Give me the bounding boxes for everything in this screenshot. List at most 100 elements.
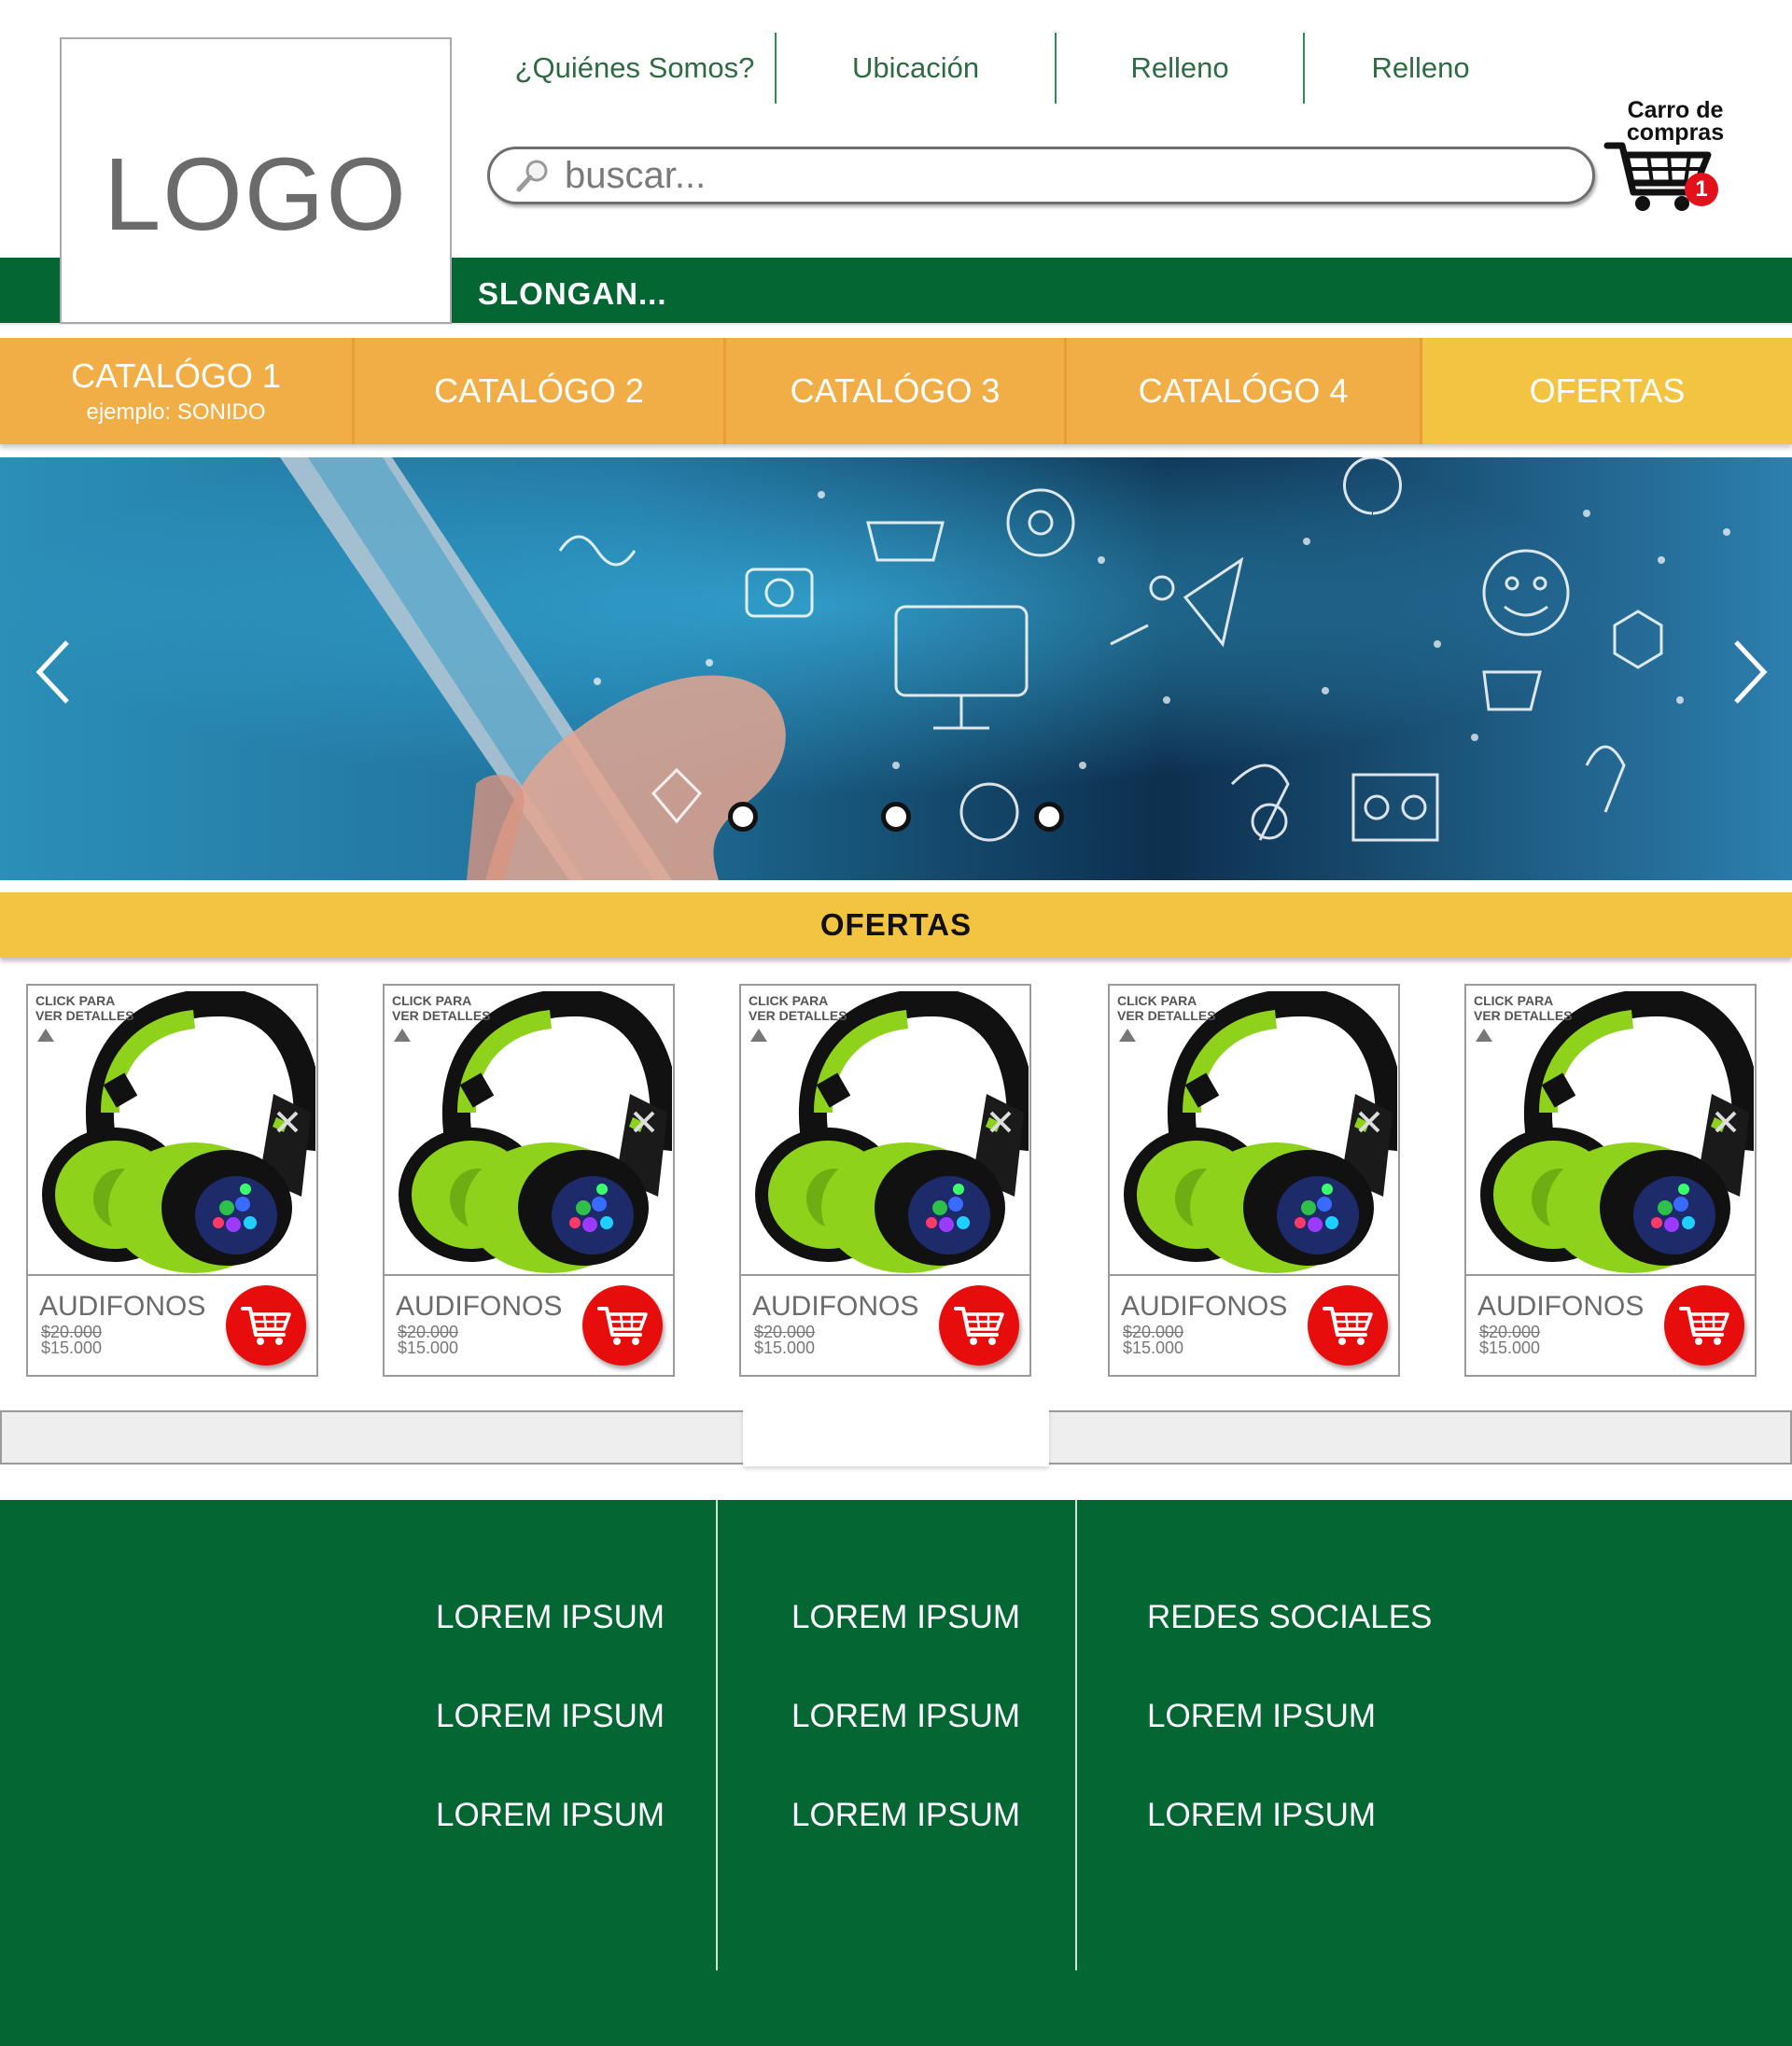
footer-link[interactable]: LOREM IPSUM bbox=[791, 1797, 1020, 1834]
details-hint: CLICK PARA VER DETALLES bbox=[1117, 993, 1216, 1023]
carousel-dot[interactable] bbox=[728, 802, 758, 832]
add-to-cart-button[interactable] bbox=[226, 1285, 306, 1366]
category-label: CATALÓGO 3 bbox=[790, 371, 1001, 410]
category-sublabel: ejemplo: SONIDO bbox=[86, 399, 266, 425]
product-name: AUDIFONOS bbox=[396, 1291, 563, 1322]
footer bbox=[0, 1500, 1792, 2046]
details-hint-line2: VER DETALLES bbox=[35, 1008, 134, 1023]
product-name: AUDIFONOS bbox=[1121, 1291, 1288, 1322]
footer-link[interactable]: LOREM IPSUM bbox=[791, 1599, 1020, 1636]
details-hint: CLICK PARA VER DETALLES bbox=[749, 993, 847, 1023]
add-to-cart-button[interactable] bbox=[582, 1285, 663, 1366]
product-image-area[interactable]: CLICK PARA VER DETALLES bbox=[1466, 986, 1755, 1276]
details-hint: CLICK PARA VER DETALLES bbox=[1474, 993, 1573, 1023]
nav-link-ubicacion[interactable]: Ubicación bbox=[777, 33, 1055, 104]
cart-icon bbox=[1679, 1307, 1729, 1345]
footer-divider bbox=[716, 1500, 718, 1970]
cart-icon bbox=[241, 1307, 291, 1345]
cart-count-badge: 1 bbox=[1685, 173, 1718, 206]
footer-link[interactable]: LOREM IPSUM bbox=[791, 1698, 1020, 1735]
product-price: $15.000 bbox=[398, 1338, 459, 1357]
product-card[interactable]: CLICK PARA VER DETALLES AUDIFONOS $20.00… bbox=[1464, 984, 1757, 1377]
triangle-icon bbox=[1119, 1029, 1136, 1042]
footer-link[interactable]: LOREM IPSUM bbox=[436, 1599, 665, 1636]
details-hint-line1: CLICK PARA bbox=[1474, 993, 1554, 1008]
add-to-cart-button[interactable] bbox=[1308, 1285, 1388, 1366]
footer-link[interactable]: LOREM IPSUM bbox=[1147, 1698, 1376, 1735]
category-tab-1[interactable]: CATALÓGO 1 ejemplo: SONIDO bbox=[0, 338, 355, 444]
product-card[interactable]: CLICK PARA VER DETALLES AUDIFONOS $20.00… bbox=[26, 984, 318, 1377]
category-tab-ofertas[interactable]: OFERTAS bbox=[1422, 338, 1792, 444]
chevron-right-icon[interactable] bbox=[1725, 635, 1771, 709]
cart-label-line1: Carro de bbox=[1627, 97, 1724, 123]
details-hint: CLICK PARA VER DETALLES bbox=[35, 993, 134, 1023]
details-hint-line2: VER DETALLES bbox=[392, 1008, 491, 1023]
search-bar[interactable]: buscar... bbox=[487, 147, 1595, 204]
product-card[interactable]: CLICK PARA VER DETALLES AUDIFONOS $20.00… bbox=[739, 984, 1031, 1377]
top-nav: ¿Quiénes Somos? Ubicación Relleno Rellen… bbox=[495, 33, 1536, 104]
triangle-icon bbox=[1476, 1029, 1492, 1042]
search-input[interactable]: buscar... bbox=[565, 155, 706, 197]
cart-label[interactable]: Carro de compras bbox=[1624, 97, 1727, 145]
headphones-image bbox=[42, 991, 315, 1273]
category-tab-3[interactable]: CATALÓGO 3 bbox=[726, 338, 1067, 444]
details-hint: CLICK PARA VER DETALLES bbox=[392, 993, 491, 1023]
cart-icon bbox=[954, 1307, 1004, 1345]
details-hint-line1: CLICK PARA bbox=[749, 993, 829, 1008]
category-label: CATALÓGO 4 bbox=[1138, 371, 1349, 410]
headphones-image bbox=[1480, 991, 1754, 1273]
add-to-cart-button[interactable] bbox=[939, 1285, 1019, 1366]
triangle-icon bbox=[750, 1029, 767, 1042]
footer-social-heading[interactable]: REDES SOCIALES bbox=[1147, 1599, 1432, 1636]
footer-link[interactable]: LOREM IPSUM bbox=[436, 1698, 665, 1735]
headphones-image bbox=[399, 991, 672, 1273]
product-image-area[interactable]: CLICK PARA VER DETALLES bbox=[385, 986, 673, 1276]
product-name: AUDIFONOS bbox=[39, 1291, 206, 1322]
product-name: AUDIFONOS bbox=[752, 1291, 919, 1322]
headphones-image bbox=[1124, 991, 1397, 1273]
category-label: CATALÓGO 2 bbox=[434, 371, 644, 410]
product-card[interactable]: CLICK PARA VER DETALLES AUDIFONOS $20.00… bbox=[383, 984, 675, 1377]
triangle-icon bbox=[394, 1029, 411, 1042]
category-bar: CATALÓGO 1 ejemplo: SONIDO CATALÓGO 2 CA… bbox=[0, 338, 1792, 444]
footer-link[interactable]: LOREM IPSUM bbox=[436, 1797, 665, 1834]
details-hint-line1: CLICK PARA bbox=[35, 993, 116, 1008]
logo[interactable]: LOGO bbox=[60, 37, 452, 324]
product-image-area[interactable]: CLICK PARA VER DETALLES bbox=[1110, 986, 1398, 1276]
add-to-cart-button[interactable] bbox=[1664, 1285, 1744, 1366]
ofertas-heading: OFERTAS bbox=[0, 892, 1792, 958]
chevron-left-icon[interactable] bbox=[32, 635, 78, 709]
nav-link-quienes-somos[interactable]: ¿Quiénes Somos? bbox=[495, 33, 775, 104]
search-icon bbox=[516, 160, 548, 192]
category-label: OFERTAS bbox=[1529, 371, 1686, 410]
product-price: $15.000 bbox=[754, 1338, 816, 1357]
details-hint-line2: VER DETALLES bbox=[1117, 1008, 1216, 1023]
product-image-area[interactable]: CLICK PARA VER DETALLES bbox=[28, 986, 316, 1276]
headphones-image bbox=[755, 991, 1029, 1273]
details-hint-line2: VER DETALLES bbox=[749, 1008, 847, 1023]
nav-link-relleno-1[interactable]: Relleno bbox=[1057, 33, 1303, 104]
slogan-text: SLONGAN... bbox=[478, 276, 667, 311]
details-hint-line2: VER DETALLES bbox=[1474, 1008, 1573, 1023]
footer-link[interactable]: LOREM IPSUM bbox=[1147, 1797, 1376, 1834]
logo-text: LOGO bbox=[104, 137, 408, 252]
product-card[interactable]: CLICK PARA VER DETALLES AUDIFONOS $20.00… bbox=[1108, 984, 1400, 1377]
footer-divider bbox=[1075, 1500, 1077, 1970]
carousel-dot[interactable] bbox=[881, 802, 911, 832]
product-price: $15.000 bbox=[41, 1338, 103, 1357]
nav-link-relleno-2[interactable]: Relleno bbox=[1305, 33, 1536, 104]
triangle-icon bbox=[37, 1029, 54, 1042]
cart-icon bbox=[1323, 1307, 1373, 1345]
carousel-dot[interactable] bbox=[1034, 802, 1064, 832]
product-name: AUDIFONOS bbox=[1477, 1291, 1645, 1322]
cart-icon bbox=[597, 1307, 648, 1345]
category-label: CATALÓGO 1 bbox=[71, 357, 281, 395]
details-hint-line1: CLICK PARA bbox=[392, 993, 472, 1008]
product-price: $15.000 bbox=[1479, 1338, 1541, 1357]
product-price: $15.000 bbox=[1123, 1338, 1184, 1357]
category-tab-2[interactable]: CATALÓGO 2 bbox=[355, 338, 726, 444]
details-hint-line1: CLICK PARA bbox=[1117, 993, 1197, 1008]
strip-tab[interactable] bbox=[743, 1408, 1049, 1466]
product-image-area[interactable]: CLICK PARA VER DETALLES bbox=[741, 986, 1029, 1276]
category-tab-4[interactable]: CATALÓGO 4 bbox=[1067, 338, 1422, 444]
